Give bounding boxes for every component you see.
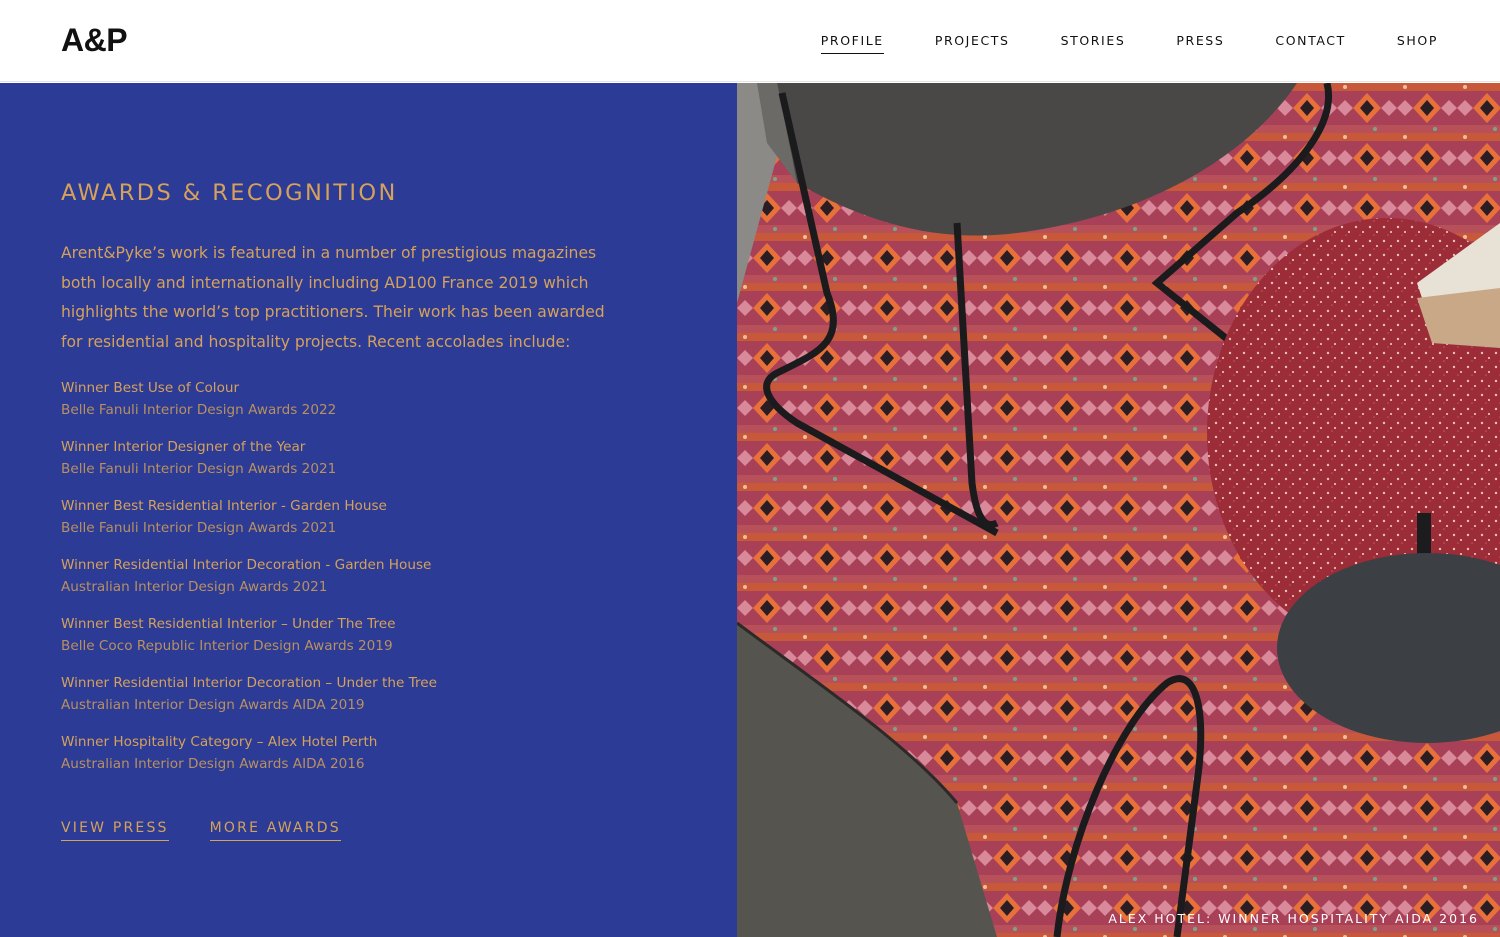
main-nav: PROFILE PROJECTS STORIES PRESS CONTACT S… (770, 33, 1438, 54)
rug-chairs-table-image (737, 83, 1500, 937)
award-item: Winner Best Residential Interior – Under… (61, 613, 661, 672)
awards-intro: Arent&Pyke’s work is featured in a numbe… (61, 244, 605, 351)
awards-list: Winner Best Use of Colour Belle Fanuli I… (61, 377, 661, 790)
site-header: A&P PROFILE PROJECTS STORIES PRESS CONTA… (0, 0, 1500, 82)
award-item: Winner Hospitality Category – Alex Hotel… (61, 731, 661, 790)
view-press-link[interactable]: VIEW PRESS (61, 820, 169, 841)
photo-caption: ALEX HOTEL: WINNER HOSPITALITY AIDA 2016 (1108, 911, 1479, 926)
award-item: Winner Best Use of Colour Belle Fanuli I… (61, 377, 661, 436)
awards-heading: AWARDS & RECOGNITION (61, 180, 398, 206)
award-item: Winner Best Residential Interior - Garde… (61, 495, 661, 554)
award-item: Winner Residential Interior Decoration –… (61, 672, 661, 731)
award-source: Australian Interior Design Awards AIDA 2… (61, 697, 365, 713)
award-title[interactable]: Winner Residential Interior Decoration -… (61, 554, 661, 576)
awards-panel: AWARDS & RECOGNITION Arent&Pyke’s work i… (0, 83, 737, 937)
award-title[interactable]: Winner Best Use of Colour (61, 377, 661, 399)
awards-links: VIEW PRESS MORE AWARDS (61, 820, 382, 841)
award-title[interactable]: Winner Best Residential Interior - Garde… (61, 495, 661, 517)
more-awards-link[interactable]: MORE AWARDS (209, 820, 341, 841)
award-item: Winner Interior Designer of the Year Bel… (61, 436, 661, 495)
award-item: Winner Residential Interior Decoration -… (61, 554, 661, 613)
award-title[interactable]: Winner Hospitality Category – Alex Hotel… (61, 731, 661, 753)
nav-item-profile[interactable]: PROFILE (820, 33, 884, 54)
hero-photo: ALEX HOTEL: WINNER HOSPITALITY AIDA 2016 (737, 83, 1500, 937)
nav-item-contact[interactable]: CONTACT (1275, 33, 1345, 54)
award-source: Australian Interior Design Awards 2021 (61, 579, 328, 595)
award-source: Belle Fanuli Interior Design Awards 2022 (61, 402, 337, 418)
nav-item-projects[interactable]: PROJECTS (935, 33, 1010, 54)
nav-item-shop[interactable]: SHOP (1397, 33, 1438, 54)
nav-item-press[interactable]: PRESS (1176, 33, 1224, 54)
site-logo[interactable]: A&P (61, 22, 128, 58)
award-title[interactable]: Winner Residential Interior Decoration –… (61, 672, 661, 694)
award-title[interactable]: Winner Best Residential Interior – Under… (61, 613, 661, 635)
award-source: Belle Fanuli Interior Design Awards 2021 (61, 461, 337, 477)
award-source: Australian Interior Design Awards AIDA 2… (61, 756, 365, 772)
award-source: Belle Fanuli Interior Design Awards 2021 (61, 520, 337, 536)
award-title[interactable]: Winner Interior Designer of the Year (61, 436, 661, 458)
nav-item-stories[interactable]: STORIES (1061, 33, 1126, 54)
award-source: Belle Coco Republic Interior Design Awar… (61, 638, 393, 654)
